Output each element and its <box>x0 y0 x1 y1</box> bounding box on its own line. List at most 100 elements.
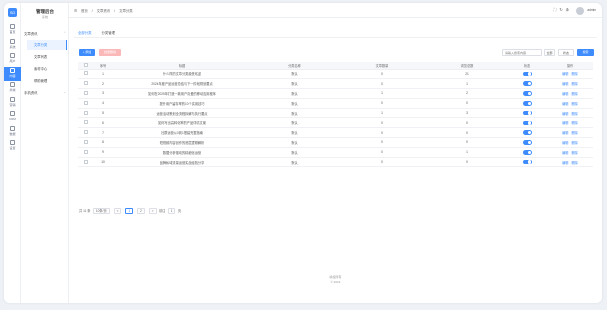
status-select[interactable]: 状态 <box>558 49 574 56</box>
edit-link[interactable]: 编辑 <box>562 82 568 86</box>
row-checkbox-cell[interactable] <box>78 147 94 158</box>
row-checkbox-cell[interactable] <box>78 137 94 148</box>
user-name[interactable]: admin <box>587 8 596 12</box>
row-title: 什么样的文章分类最受欢迎 <box>112 69 252 80</box>
prev-page-button[interactable]: < <box>113 208 122 215</box>
row-checkbox[interactable] <box>84 110 88 115</box>
rail-item-6[interactable]: CRM <box>4 110 21 124</box>
batch-delete-button[interactable]: 批量删除 <box>99 49 121 56</box>
edit-link[interactable]: 编辑 <box>562 161 568 165</box>
status-toggle[interactable] <box>522 150 532 155</box>
row-checkbox-cell[interactable] <box>78 108 94 119</box>
delete-link[interactable]: 删除 <box>572 92 578 96</box>
delete-link[interactable]: 删除 <box>572 82 578 86</box>
status-toggle[interactable] <box>522 91 532 96</box>
page-2-button[interactable]: 2 <box>137 208 145 215</box>
delete-link[interactable]: 删除 <box>572 161 578 165</box>
shop-icon <box>10 82 15 87</box>
delete-link[interactable]: 删除 <box>572 72 578 76</box>
row-checkbox-cell[interactable] <box>78 117 94 129</box>
row-checkbox[interactable] <box>84 139 88 144</box>
status-toggle[interactable] <box>522 130 532 135</box>
rail-item-7[interactable]: 数据 <box>4 125 21 139</box>
search-input[interactable] <box>502 49 542 56</box>
select-all-checkbox[interactable] <box>84 62 88 67</box>
search-button[interactable]: 搜索 <box>577 49 594 56</box>
avatar[interactable] <box>576 6 584 15</box>
row-checkbox[interactable] <box>84 100 88 105</box>
edit-link[interactable]: 编辑 <box>562 112 568 116</box>
sidebar-group-articles[interactable]: 文章资讯 ⌃ <box>24 31 68 36</box>
status-toggle[interactable] <box>522 81 532 86</box>
table-row: 7 社群运营从0到1搭建完整指南 默认 0 0 编辑 删除 <box>78 127 593 139</box>
delete-link[interactable]: 删除 <box>572 151 578 155</box>
edit-link[interactable]: 编辑 <box>562 121 568 125</box>
row-checkbox[interactable] <box>84 71 88 76</box>
breadcrumb-item[interactable]: 文章资讯 <box>97 9 111 13</box>
rail-item-label: 商城 <box>9 88 16 92</box>
status-toggle[interactable] <box>522 110 532 116</box>
row-checkbox-cell[interactable] <box>78 78 94 90</box>
settings-icon[interactable]: ⚙ <box>566 7 572 12</box>
row-checkbox[interactable] <box>84 159 88 164</box>
edit-link[interactable]: 编辑 <box>562 141 568 145</box>
breadcrumb-item[interactable]: 首页 <box>81 9 88 13</box>
breadcrumb: ☰ 首页 / 文章资讯 / 文章分类 <box>74 9 133 13</box>
rail-item-3[interactable]: 内容 <box>4 66 21 81</box>
rail-item-5[interactable]: 营销 <box>4 96 21 110</box>
edit-link[interactable]: 编辑 <box>562 131 568 135</box>
sidebar-item-article-category[interactable]: 文章分类 <box>27 40 67 50</box>
menu-toggle-icon[interactable]: ☰ <box>74 9 77 13</box>
sidebar-item-help[interactable]: 帮助管理 <box>27 76 67 86</box>
row-checkbox[interactable] <box>84 130 88 135</box>
row-checkbox[interactable] <box>84 81 88 86</box>
delete-link[interactable]: 删除 <box>572 141 578 145</box>
row-article-count: 0 <box>337 117 427 129</box>
category-select[interactable]: 全部 <box>544 49 555 56</box>
next-page-button[interactable]: > <box>148 208 157 215</box>
sidebar-group-mobile[interactable]: 手机资讯 ⌄ <box>24 90 68 95</box>
delete-link[interactable]: 删除 <box>572 102 578 106</box>
row-checkbox-cell[interactable] <box>78 98 94 109</box>
row-checkbox-cell[interactable] <box>78 127 94 139</box>
status-toggle[interactable] <box>522 120 532 126</box>
delete-link[interactable]: 删除 <box>572 112 578 116</box>
row-checkbox[interactable] <box>84 90 88 95</box>
status-toggle[interactable] <box>522 101 532 106</box>
rail-item-1[interactable]: 系统 <box>4 38 21 52</box>
page-1-button[interactable]: 1 <box>125 208 134 215</box>
column-header: 操作 <box>547 62 593 70</box>
status-toggle[interactable] <box>522 140 532 145</box>
edit-link[interactable]: 编辑 <box>562 102 568 106</box>
delete-link[interactable]: 删除 <box>572 131 578 135</box>
edit-link[interactable]: 编辑 <box>562 92 568 96</box>
row-checkbox-cell[interactable] <box>78 69 94 80</box>
rail-item-0[interactable]: 首页 <box>4 23 21 37</box>
row-checkbox[interactable] <box>84 149 88 154</box>
row-view-count: 1 <box>427 78 507 90</box>
edit-link[interactable]: 编辑 <box>562 72 568 76</box>
edit-link[interactable]: 编辑 <box>562 151 568 155</box>
column-header: 状态 <box>507 62 547 70</box>
sidebar-item-material[interactable]: 素材中心 <box>27 64 67 74</box>
column-header: 标题 <box>112 62 252 70</box>
select-all-checkbox-cell[interactable] <box>78 62 94 70</box>
rail-item-8[interactable]: 设置 <box>4 139 21 153</box>
setting-icon <box>10 38 15 44</box>
row-article-count: 0 <box>337 127 427 139</box>
status-toggle[interactable] <box>522 71 532 77</box>
status-toggle[interactable] <box>522 159 532 165</box>
row-index: 5 <box>94 108 112 119</box>
rail-item-4[interactable]: 商城 <box>4 81 21 95</box>
row-status-cell <box>507 117 547 129</box>
rail-item-2[interactable]: 用户 <box>4 52 21 66</box>
page-size-select[interactable]: 10条/页 <box>92 208 110 215</box>
row-checkbox[interactable] <box>84 120 88 125</box>
row-checkbox-cell[interactable] <box>78 157 94 168</box>
goto-page-input[interactable]: 1 <box>167 208 176 215</box>
sidebar-item-article-list[interactable]: 文章列表 <box>27 52 67 62</box>
row-checkbox-cell[interactable] <box>78 88 94 99</box>
delete-link[interactable]: 删除 <box>572 121 578 125</box>
row-status-cell <box>507 69 547 80</box>
add-button[interactable]: + 添加 <box>79 49 95 56</box>
